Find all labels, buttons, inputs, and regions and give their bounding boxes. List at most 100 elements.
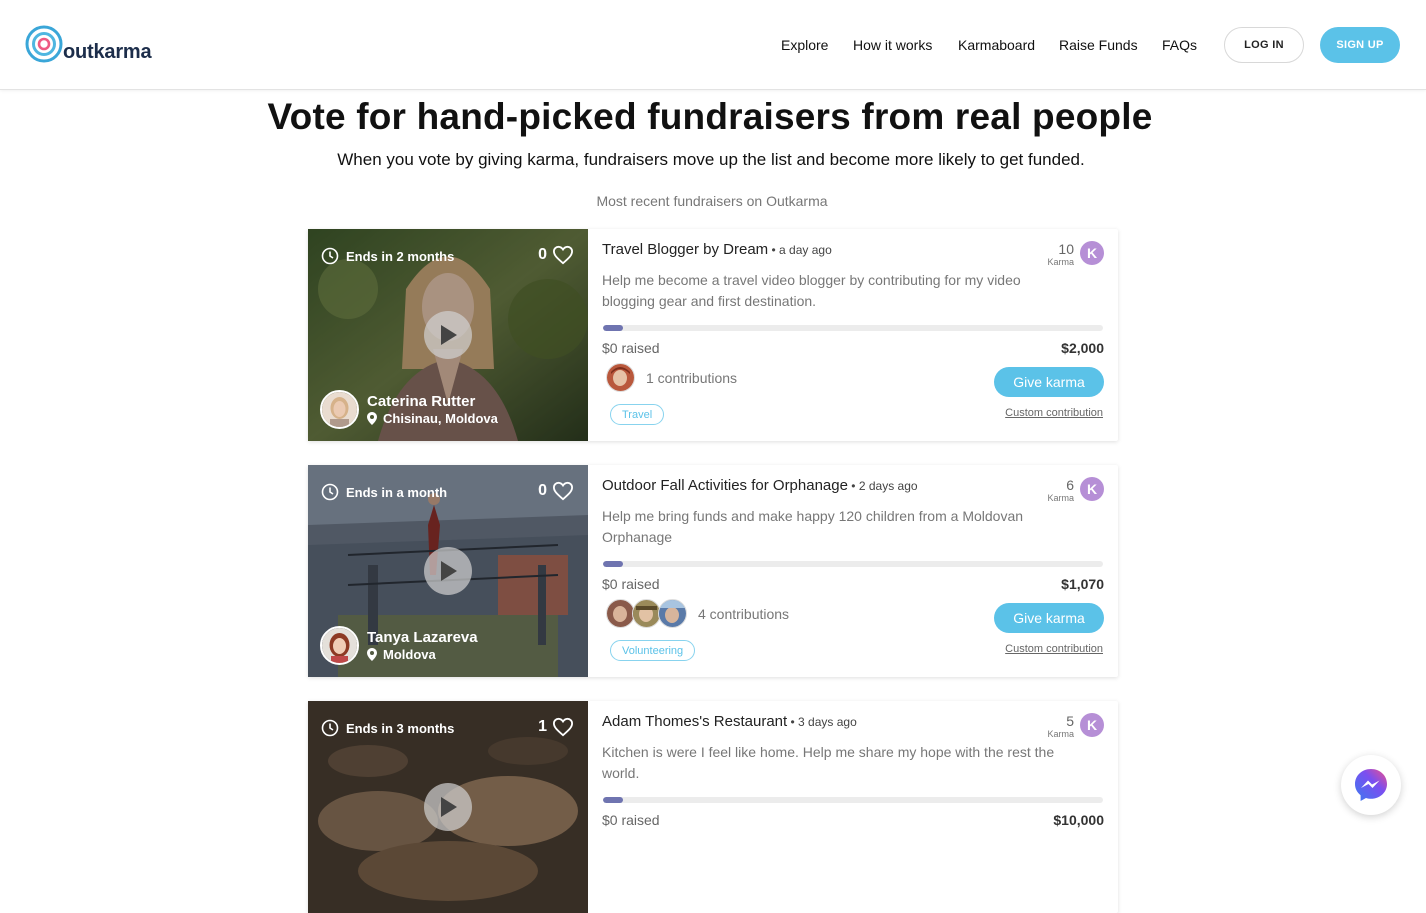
ends-in-badge: Ends in 2 months <box>321 247 454 265</box>
like-counter[interactable]: 1 <box>538 717 574 737</box>
fundraiser-description: Help me become a travel video blogger by… <box>602 272 1021 309</box>
ends-in-text: Ends in 2 months <box>346 248 455 264</box>
play-icon <box>441 797 457 817</box>
logo-text: outkarma <box>63 41 152 63</box>
play-icon <box>441 325 457 345</box>
raised-amount: $0 raised <box>602 340 660 356</box>
custom-contribution-link[interactable]: Custom contribution <box>1005 643 1103 655</box>
card-title-row: Adam Thomes's Restaurant • 3 days ago <box>602 713 857 731</box>
owner-name: Caterina Rutter <box>367 392 476 410</box>
play-button[interactable] <box>424 547 472 595</box>
owner-location: Moldova <box>367 647 478 663</box>
nav-how-it-works[interactable]: How it works <box>853 37 932 53</box>
karma-score: 10 Karma K <box>1047 241 1104 267</box>
karma-count: 5 <box>1066 713 1074 729</box>
contributors[interactable]: 4 contributions <box>606 599 789 628</box>
raised-amount: $0 raised <box>602 812 660 828</box>
category-tag[interactable]: Volunteering <box>610 640 696 661</box>
goal-amount: $2,000 <box>1061 340 1104 356</box>
owner-name: Tanya Lazareva <box>367 628 478 646</box>
messenger-icon <box>1355 769 1387 801</box>
fundraiser-card[interactable]: Ends in 2 months 0 Caterina Rutter Chisi… <box>308 229 1118 441</box>
fundraiser-card[interactable]: Ends in a month 0 Tanya Lazareva Moldova <box>308 465 1118 677</box>
card-body: Outdoor Fall Activities for Orphanage • … <box>602 465 1104 677</box>
location-pin-icon <box>367 412 377 425</box>
karma-score: 5 Karma K <box>1047 713 1104 739</box>
contributor-avatar[interactable] <box>658 599 687 628</box>
custom-contribution-link[interactable]: Custom contribution <box>1005 407 1103 419</box>
heart-icon[interactable] <box>552 481 574 501</box>
page-title: Vote for hand-picked fundraisers from re… <box>267 96 1153 137</box>
raised-amount: $0 raised <box>602 576 660 592</box>
give-karma-button[interactable]: Give karma <box>994 367 1104 397</box>
goal-amount: $1,070 <box>1061 576 1104 592</box>
like-counter[interactable]: 0 <box>538 245 574 265</box>
card-title-row: Outdoor Fall Activities for Orphanage • … <box>602 477 918 495</box>
like-count: 0 <box>538 482 547 499</box>
card-body: Travel Blogger by Dream • a day ago 10 K… <box>602 229 1104 441</box>
nav-raise-funds[interactable]: Raise Funds <box>1059 37 1138 53</box>
owner-info[interactable]: Tanya Lazareva Moldova <box>320 626 478 665</box>
karma-badge-icon: K <box>1080 477 1104 501</box>
karma-label: Karma <box>1047 257 1074 267</box>
progress-fill <box>603 561 623 567</box>
progress-bar <box>603 561 1103 567</box>
nav-karmaboard[interactable]: Karmaboard <box>958 37 1035 53</box>
fundraiser-card[interactable]: Ends in 3 months 1 Adam Thomes's Restaur… <box>308 701 1118 913</box>
owner-avatar[interactable] <box>320 626 359 665</box>
play-button[interactable] <box>424 783 472 831</box>
karma-badge-icon: K <box>1080 713 1104 737</box>
karma-count: 6 <box>1066 477 1074 493</box>
video-thumbnail[interactable]: Ends in 2 months 0 Caterina Rutter Chisi… <box>308 229 588 441</box>
ends-in-badge: Ends in a month <box>321 483 447 501</box>
contributors[interactable]: 1 contributions <box>606 363 737 392</box>
posted-ago: • 2 days ago <box>847 479 918 493</box>
ends-in-text: Ends in a month <box>346 484 448 500</box>
owner-location: Chisinau, Moldova <box>367 411 498 427</box>
posted-ago: • a day ago <box>768 243 832 257</box>
progress-fill <box>603 797 623 803</box>
karma-badge-icon: K <box>1080 241 1104 265</box>
goal-amount: $10,000 <box>1053 812 1104 828</box>
video-thumbnail[interactable]: Ends in a month 0 Tanya Lazareva Moldova <box>308 465 588 677</box>
contributor-avatar[interactable] <box>606 599 635 628</box>
nav-faqs[interactable]: FAQs <box>1162 37 1197 53</box>
fundraiser-title[interactable]: Travel Blogger by Dream <box>602 241 768 258</box>
category-tag[interactable]: Travel <box>610 404 665 425</box>
ends-in-text: Ends in 3 months <box>346 720 455 736</box>
karma-count: 10 <box>1058 241 1074 257</box>
outkarma-logo[interactable]: outkarma <box>25 25 152 65</box>
fundraiser-title[interactable]: Adam Thomes's Restaurant <box>602 713 787 730</box>
section-label: Most recent fundraisers on Outkarma <box>596 193 828 209</box>
fundraiser-title[interactable]: Outdoor Fall Activities for Orphanage <box>602 477 848 494</box>
owner-avatar[interactable] <box>320 390 359 429</box>
card-body: Adam Thomes's Restaurant • 3 days ago 5 … <box>602 701 1104 913</box>
clock-icon <box>321 483 339 501</box>
signup-button[interactable]: SIGN UP <box>1320 27 1400 63</box>
like-counter[interactable]: 0 <box>538 481 574 501</box>
owner-info[interactable]: Caterina Rutter Chisinau, Moldova <box>320 390 498 429</box>
top-header: outkarma Explore How it works Karmaboard… <box>0 0 1426 90</box>
contributor-avatar[interactable] <box>606 363 635 392</box>
nav-explore[interactable]: Explore <box>781 37 828 53</box>
contributor-avatar[interactable] <box>632 599 661 628</box>
location-pin-icon <box>367 648 377 661</box>
play-icon <box>441 561 457 581</box>
video-thumbnail[interactable]: Ends in 3 months 1 <box>308 701 588 913</box>
progress-bar <box>603 797 1103 803</box>
heart-icon[interactable] <box>552 717 574 737</box>
messenger-chat-button[interactable] <box>1341 755 1401 815</box>
karma-label: Karma <box>1047 729 1074 739</box>
fundraiser-description: Help me bring funds and make happy 120 c… <box>602 508 1024 545</box>
heart-icon[interactable] <box>552 245 574 265</box>
play-button[interactable] <box>424 311 472 359</box>
fundraiser-description: Kitchen is were I feel like home. Help m… <box>602 744 1055 781</box>
clock-icon <box>321 247 339 265</box>
give-karma-button[interactable]: Give karma <box>994 603 1104 633</box>
progress-bar <box>603 325 1103 331</box>
contributions-count: 1 contributions <box>646 369 738 386</box>
karma-score: 6 Karma K <box>1047 477 1104 503</box>
login-button[interactable]: LOG IN <box>1224 27 1304 63</box>
progress-fill <box>603 325 623 331</box>
ends-in-badge: Ends in 3 months <box>321 719 454 737</box>
